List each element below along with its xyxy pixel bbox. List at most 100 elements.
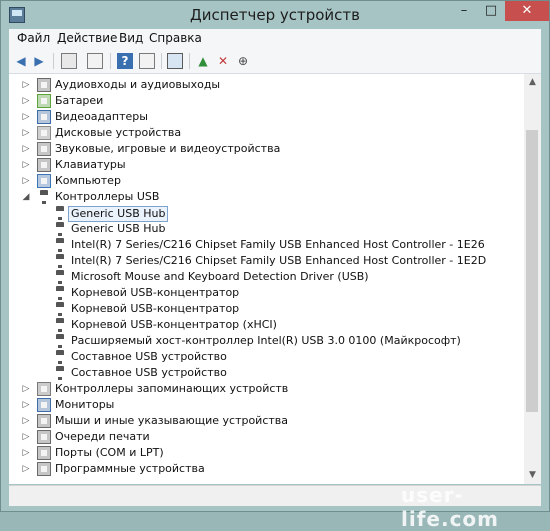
device-label: Корневой USB-концентратор — [71, 286, 240, 299]
forward-icon[interactable]: ▶ — [31, 53, 47, 69]
device-category[interactable]: ▷ Контроллеры запоминающих устройств — [9, 381, 524, 397]
close-button[interactable]: ✕ — [505, 1, 549, 21]
device-category[interactable]: ◢ Контроллеры USB — [9, 189, 524, 205]
menu-view[interactable]: Вид — [119, 31, 143, 45]
expand-icon[interactable]: ▷ — [21, 461, 31, 477]
update-driver-icon[interactable]: ▲ — [195, 53, 211, 69]
toolbar-separator — [110, 53, 111, 69]
usb-icon — [56, 350, 64, 364]
menu-action[interactable]: Действие — [57, 31, 117, 45]
device-item[interactable]: Корневой USB-концентратор — [9, 301, 524, 317]
scan-hardware-icon[interactable] — [167, 53, 183, 69]
device-label: Intel(R) 7 Series/C216 Chipset Family US… — [71, 254, 487, 267]
device-item[interactable]: Расширяемый хост-контроллер Intel(R) USB… — [9, 333, 524, 349]
device-label: Microsoft Mouse and Keyboard Detection D… — [71, 270, 369, 283]
expand-icon[interactable]: ▷ — [21, 77, 31, 93]
usb-icon — [56, 318, 64, 332]
mouse-icon — [37, 414, 51, 428]
expand-icon[interactable]: ▷ — [21, 157, 31, 173]
device-label: Составное USB устройство — [71, 366, 227, 379]
expand-icon[interactable]: ▷ — [21, 109, 31, 125]
device-label: Клавиатуры — [55, 158, 126, 171]
expand-icon[interactable]: ▷ — [21, 141, 31, 157]
device-manager-window: Диспетчер устройств – □ ✕ Файл Действие … — [0, 0, 550, 531]
usb-icon — [56, 302, 64, 316]
device-label: Батареи — [55, 94, 104, 107]
device-item[interactable]: Intel(R) 7 Series/C216 Chipset Family US… — [9, 237, 524, 253]
device-category[interactable]: ▷ Дисковые устройства — [9, 125, 524, 141]
device-label: Программные устройства — [55, 462, 205, 475]
expand-icon[interactable]: ▷ — [21, 445, 31, 461]
device-category[interactable]: ▷ Порты (COM и LPT) — [9, 445, 524, 461]
vertical-scrollbar[interactable]: ▲ ▼ — [524, 74, 541, 484]
device-category[interactable]: ▷ Аудиовходы и аудиовыходы — [9, 77, 524, 93]
device-category[interactable]: ▷ Мыши и иные указывающие устройства — [9, 413, 524, 429]
software-device-icon — [37, 462, 51, 476]
help-icon[interactable]: ? — [117, 53, 133, 69]
device-label: Корневой USB-концентратор (xHCI) — [71, 318, 277, 331]
expand-icon[interactable]: ▷ — [21, 125, 31, 141]
sound-icon — [37, 142, 51, 156]
device-item[interactable]: Intel(R) 7 Series/C216 Chipset Family US… — [9, 253, 524, 269]
device-label: Мониторы — [55, 398, 115, 411]
minimize-button[interactable]: – — [451, 1, 477, 21]
scroll-thumb[interactable] — [526, 130, 538, 412]
device-label: Компьютер — [55, 174, 121, 187]
title-bar[interactable]: Диспетчер устройств – □ ✕ — [1, 1, 549, 29]
device-label: Generic USB Hub — [68, 206, 169, 222]
expand-icon[interactable]: ▷ — [21, 397, 31, 413]
device-item[interactable]: Составное USB устройство — [9, 349, 524, 365]
device-item[interactable]: Microsoft Mouse and Keyboard Detection D… — [9, 269, 524, 285]
device-label: Intel(R) 7 Series/C216 Chipset Family US… — [71, 238, 485, 251]
device-label: Очереди печати — [55, 430, 150, 443]
device-category[interactable]: ▷ Очереди печати — [9, 429, 524, 445]
menu-bar: Файл Действие Вид Справка — [9, 29, 541, 49]
toolbar-separator — [161, 53, 162, 69]
usb-icon — [56, 334, 64, 348]
device-category[interactable]: ▷ Клавиатуры — [9, 157, 524, 173]
device-category[interactable]: ▷ Программные устройства — [9, 461, 524, 477]
collapse-icon[interactable]: ◢ — [21, 189, 31, 205]
toolbar-separator — [189, 53, 190, 69]
device-label: Контроллеры запоминающих устройств — [55, 382, 289, 395]
port-icon — [37, 446, 51, 460]
menu-file[interactable]: Файл — [17, 31, 50, 45]
menu-help[interactable]: Справка — [149, 31, 202, 45]
device-category[interactable]: ▷ Звуковые, игровые и видеоустройства — [9, 141, 524, 157]
uninstall-device-icon[interactable]: ⊕ — [235, 53, 251, 69]
expand-icon[interactable]: ▷ — [21, 173, 31, 189]
details-icon[interactable] — [139, 53, 155, 69]
usb-icon — [56, 238, 64, 252]
device-category[interactable]: ▷ Мониторы — [9, 397, 524, 413]
device-category[interactable]: ▷ Батареи — [9, 93, 524, 109]
disable-device-icon[interactable]: ✕ — [215, 53, 231, 69]
computer-icon — [37, 174, 51, 188]
device-item[interactable]: Корневой USB-концентратор (xHCI) — [9, 317, 524, 333]
view-icon[interactable] — [87, 53, 103, 69]
toolbar: ◀ ▶ ? ▲ ✕ ⊕ — [9, 49, 541, 74]
properties-icon[interactable] — [61, 53, 77, 69]
device-label: Дисковые устройства — [55, 126, 182, 139]
expand-icon[interactable]: ▷ — [21, 381, 31, 397]
audio-icon — [37, 78, 51, 92]
expand-icon[interactable]: ▷ — [21, 429, 31, 445]
battery-icon — [37, 94, 51, 108]
expand-icon[interactable]: ▷ — [21, 93, 31, 109]
device-category[interactable]: ▷ Видеоадаптеры — [9, 109, 524, 125]
storage-controller-icon — [37, 382, 51, 396]
device-item[interactable]: Generic USB Hub — [9, 221, 524, 237]
device-category[interactable]: ▷ Компьютер — [9, 173, 524, 189]
expand-icon[interactable]: ▷ — [21, 413, 31, 429]
device-item[interactable]: Корневой USB-концентратор — [9, 285, 524, 301]
device-label: Корневой USB-концентратор — [71, 302, 240, 315]
scroll-down-icon[interactable]: ▼ — [524, 467, 541, 484]
scroll-up-icon[interactable]: ▲ — [524, 74, 541, 91]
device-label: Аудиовходы и аудиовыходы — [55, 78, 221, 91]
disk-drive-icon — [37, 126, 51, 140]
device-item[interactable]: Составное USB устройство — [9, 365, 524, 381]
back-icon[interactable]: ◀ — [13, 53, 29, 69]
maximize-button[interactable]: □ — [478, 1, 504, 21]
device-item[interactable]: Generic USB Hub — [9, 205, 524, 222]
device-label: Generic USB Hub — [71, 222, 166, 235]
device-label: Порты (COM и LPT) — [55, 446, 164, 459]
